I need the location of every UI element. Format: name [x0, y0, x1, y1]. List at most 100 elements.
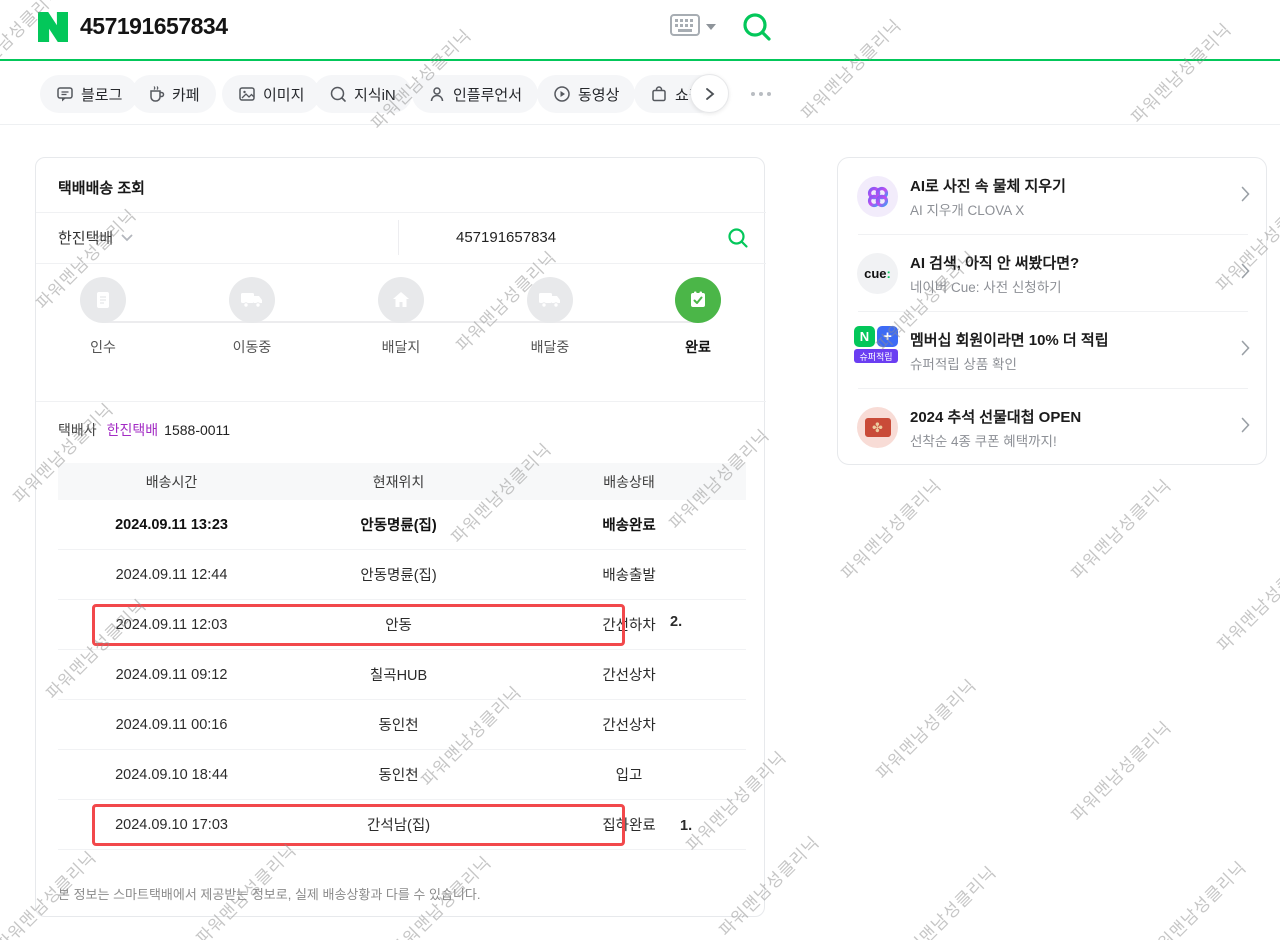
step-out-for-delivery: 배달중 — [505, 277, 595, 357]
chevron-right-icon — [1241, 186, 1250, 202]
keyboard-input-button[interactable] — [670, 14, 718, 44]
tracking-search-button[interactable] — [726, 226, 750, 250]
search-header: 457191657834 — [0, 0, 1280, 61]
promo-subtitle: AI 지우개 CLOVA X — [910, 199, 1024, 219]
promo-sidebar-card: AI로 사진 속 물체 지우기 AI 지우개 CLOVA X cue: AI 검… — [837, 157, 1267, 465]
promo-title: AI로 사진 속 물체 지우기 — [910, 175, 1066, 196]
tab-label: 동영상 — [578, 84, 619, 105]
tab-video[interactable]: 동영상 — [537, 75, 635, 113]
search-query-input[interactable]: 457191657834 — [80, 13, 228, 40]
carrier-select-value: 한진택배 — [58, 227, 113, 248]
watermark-text: 파워맨남성클리닉 — [1064, 472, 1176, 584]
promo-item-clova[interactable]: AI로 사진 속 물체 지우기 AI 지우개 CLOVA X — [838, 158, 1268, 235]
tab-image[interactable]: 이미지 — [222, 75, 320, 113]
naver-logo[interactable] — [38, 12, 68, 42]
cell-location: 칠곡HUB — [285, 664, 512, 685]
clova-x-icon — [857, 176, 898, 217]
step-label: 완료 — [653, 337, 743, 357]
step-label: 인수 — [58, 337, 148, 357]
tabs-overflow-button[interactable] — [690, 74, 729, 113]
tabs-more-button[interactable] — [744, 85, 778, 103]
step-label: 이동중 — [207, 337, 297, 357]
carrier-link[interactable]: 한진택배 — [107, 422, 159, 438]
divider — [398, 220, 399, 255]
tracking-number-input[interactable] — [456, 222, 706, 253]
watermark-text: 파워맨남성클리닉 — [1210, 544, 1280, 656]
tab-label: 인플루언서 — [453, 84, 522, 105]
cell-location: 안동명륜(집) — [285, 514, 512, 535]
cell-status: 입고 — [512, 764, 746, 785]
tab-blog[interactable]: 블로그 — [40, 75, 138, 113]
search-tabs: 블로그 카페 이미지 지식iN — [0, 63, 1280, 125]
carrier-select[interactable]: 한진택배 — [58, 212, 388, 263]
truck-icon — [538, 291, 562, 309]
tab-label: 블로그 — [81, 84, 122, 105]
image-icon — [238, 85, 256, 103]
cell-time: 2024.09.11 12:44 — [58, 567, 285, 583]
col-header-location: 현재위치 — [285, 472, 512, 492]
promo-item-chuseok[interactable]: ✤ 2024 추석 선물대첩 OPEN 선착순 4종 쿠폰 혜택까지! — [838, 389, 1268, 466]
caret-down-icon — [706, 24, 716, 30]
cell-status: 간선하차 — [512, 614, 746, 635]
step-completed: 완료 — [653, 277, 743, 357]
promo-subtitle: 네이버 Cue: 사전 신청하기 — [910, 276, 1062, 296]
cafe-cup-icon — [147, 85, 165, 103]
watermark-text: 파워맨남성클리닉 — [834, 472, 946, 584]
promo-item-cue[interactable]: cue: AI 검색, 아직 안 써봤다면? 네이버 Cue: 사전 신청하기 — [838, 235, 1268, 312]
cell-status: 배송완료 — [512, 514, 746, 535]
cell-location: 안동 — [285, 614, 512, 635]
cell-time: 2024.09.10 18:44 — [58, 767, 285, 783]
watermark-text: 파워맨남성클리닉 — [889, 859, 1001, 940]
carrier-phone: 1588-0011 — [164, 422, 230, 438]
keyboard-icon — [670, 14, 700, 36]
chevron-right-icon — [1241, 263, 1250, 279]
naver-n-icon — [38, 12, 68, 42]
cell-time: 2024.09.11 13:23 — [58, 517, 285, 533]
kin-icon — [329, 85, 347, 103]
chevron-right-icon — [1241, 417, 1250, 433]
col-header-status: 배송상태 — [512, 472, 746, 492]
watermark-text: 파워맨남성클리닉 — [869, 672, 981, 784]
step-in-transit: 이동중 — [207, 277, 297, 357]
truck-icon — [240, 291, 264, 309]
table-row: 2024.09.11 09:12 칠곡HUB 간선상차 — [58, 650, 746, 700]
chuseok-gift-icon: ✤ — [857, 407, 898, 448]
shopping-bag-icon — [650, 85, 668, 103]
parcel-tracking-card: 택배배송 조회 한진택배 — [35, 157, 765, 917]
cell-location: 동인천 — [285, 714, 512, 735]
promo-item-membership[interactable]: N + 슈퍼적립 멤버십 회원이라면 10% 더 적립 슈퍼적립 상품 확인 — [838, 312, 1268, 389]
tab-label: 이미지 — [263, 84, 304, 105]
cell-status: 집하완료 — [512, 814, 746, 835]
chevron-down-icon — [121, 234, 133, 242]
receipt-icon — [93, 290, 113, 310]
promo-title: 멤버십 회원이라면 10% 더 적립 — [910, 329, 1109, 350]
disclaimer-text: 본 정보는 스마트택배에서 제공받는 정보로, 실제 배송상황과 다를 수 있습… — [58, 884, 480, 903]
promo-title: 2024 추석 선물대첩 OPEN — [910, 406, 1081, 427]
tab-cafe[interactable]: 카페 — [131, 75, 216, 113]
cell-time: 2024.09.11 09:12 — [58, 667, 285, 683]
search-icon — [726, 226, 750, 250]
promo-subtitle: 선착순 4종 쿠폰 혜택까지! — [910, 430, 1057, 450]
delivery-progress: 인수 이동중 — [36, 263, 766, 401]
carrier-info: 택배사한진택배1588-0011 — [58, 420, 230, 440]
cell-time: 2024.09.11 00:16 — [58, 717, 285, 733]
search-button[interactable] — [740, 10, 774, 44]
tab-kin[interactable]: 지식iN — [313, 75, 412, 113]
page: 457191657834 — [0, 0, 1280, 940]
table-row: 2024.09.11 00:16 동인천 간선상차 — [58, 700, 746, 750]
house-icon — [391, 290, 411, 310]
step-pickup: 인수 — [58, 277, 148, 357]
table-row: 2024.09.11 12:44 안동명륜(집) 배송출발 — [58, 550, 746, 600]
tab-influencer[interactable]: 인플루언서 — [412, 75, 538, 113]
cell-location: 동인천 — [285, 764, 512, 785]
step-label: 배달지 — [356, 337, 446, 357]
clipboard-check-icon — [688, 290, 708, 310]
cell-status: 간선상차 — [512, 714, 746, 735]
table-row-highlighted: 2024.09.11 12:03 안동 간선하차 2. — [58, 600, 746, 650]
col-header-time: 배송시간 — [58, 472, 285, 492]
step-delivery-area: 배달지 — [356, 277, 446, 357]
promo-subtitle: 슈퍼적립 상품 확인 — [910, 353, 1017, 373]
highlight-annotation: 2. — [670, 614, 682, 630]
tab-label: 카페 — [172, 84, 200, 105]
watermark-text: 파워맨남성클리닉 — [1139, 854, 1251, 940]
